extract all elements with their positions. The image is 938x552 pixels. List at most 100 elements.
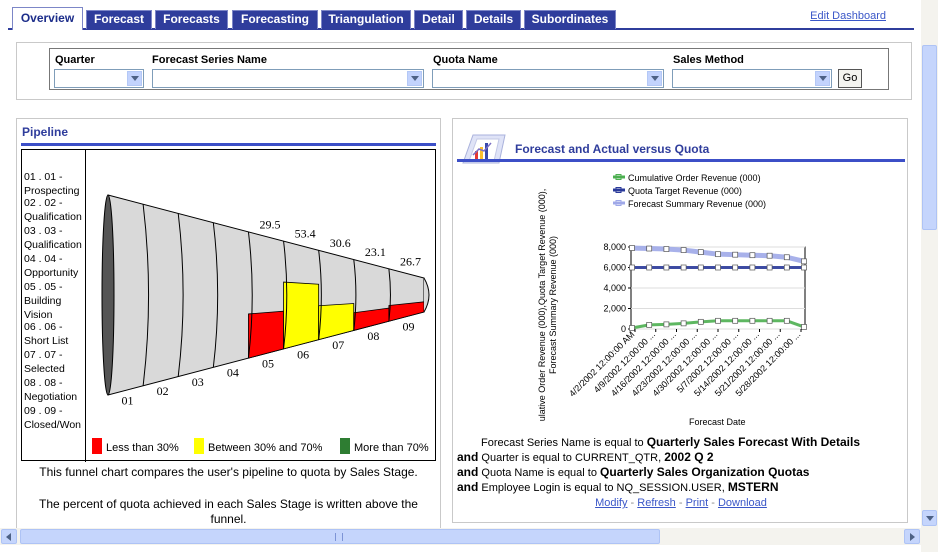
edit-dashboard-link[interactable]: Edit Dashboard bbox=[810, 10, 886, 22]
stage-label: 06 . 06 - Short List bbox=[24, 321, 69, 347]
filter-subject: Employee Login is equal to NQ_SESSION.US… bbox=[481, 482, 728, 494]
data-point bbox=[732, 251, 739, 258]
data-point bbox=[766, 317, 773, 324]
funnel-fill bbox=[283, 281, 320, 350]
go-button[interactable]: Go bbox=[838, 69, 862, 88]
stage-label: 05 . 05 - Building Vision bbox=[24, 281, 63, 321]
tab-subordinates[interactable]: Subordinates bbox=[524, 10, 616, 29]
legend-label: Between 30% and 70% bbox=[208, 442, 323, 454]
filter-value: 2002 Q 2 bbox=[664, 450, 714, 464]
tab-forecasts[interactable]: Forecasts bbox=[155, 10, 228, 29]
horizontal-scrollbar[interactable] bbox=[0, 528, 921, 545]
funnel-value-label: 30.6 bbox=[330, 236, 351, 250]
legend-label: Forecast Summary Revenue (000) bbox=[628, 199, 766, 209]
funnel-stage-number: 01 bbox=[122, 393, 134, 407]
funnel-value-label: 26.7 bbox=[400, 254, 421, 268]
y-tick-label: 6,000 bbox=[603, 263, 626, 273]
grip-icon bbox=[335, 533, 343, 541]
data-point bbox=[749, 317, 756, 324]
data-point bbox=[697, 249, 704, 255]
funnel-fill bbox=[388, 301, 425, 322]
y-tick-label: 4,000 bbox=[603, 283, 626, 293]
funnel-end-cap bbox=[423, 277, 430, 313]
quarter-label: Quarter bbox=[55, 54, 95, 66]
legend-label: Less than 30% bbox=[106, 442, 179, 454]
quota-name-select[interactable] bbox=[432, 69, 664, 88]
forecast-series-label: Forecast Series Name bbox=[152, 54, 267, 66]
data-point bbox=[646, 245, 653, 252]
quota-name-label: Quota Name bbox=[433, 54, 498, 66]
y-tick-label: 2,000 bbox=[603, 304, 626, 314]
x-axis-title: Forecast Date bbox=[689, 417, 746, 427]
funnel-opening bbox=[101, 194, 115, 396]
y-axis-title: ulative Order Revenue (000),Quota Target… bbox=[537, 189, 558, 421]
pipeline-panel: Pipeline 01 . 01 - Prospecting 02 . 02 - … bbox=[16, 118, 441, 538]
filter-conj: and bbox=[457, 480, 479, 494]
forecast-line-chart: Cumulative Order Revenue (000) Quota Targ… bbox=[537, 173, 807, 427]
scroll-left-button[interactable] bbox=[1, 529, 17, 544]
data-point bbox=[732, 317, 739, 324]
funnel-stage-number: 09 bbox=[402, 320, 414, 334]
tab-detail[interactable]: Detail bbox=[414, 10, 463, 29]
data-point bbox=[697, 264, 704, 271]
data-point bbox=[801, 258, 807, 265]
stage-list: 01 . 01 - Prospecting 02 . 02 - Qualifica… bbox=[22, 150, 86, 462]
legend-label: Quota Target Revenue (000) bbox=[628, 186, 742, 196]
link-separator: - bbox=[708, 497, 718, 509]
link-separator: - bbox=[675, 497, 686, 509]
forecast-series-select[interactable] bbox=[152, 69, 424, 88]
data-point bbox=[749, 252, 756, 259]
funnel-stage-number: 08 bbox=[367, 329, 379, 343]
tab-overview[interactable]: Overview bbox=[12, 7, 83, 30]
data-point bbox=[766, 252, 773, 259]
filter-row: and Quarter is equal to CURRENT_QTR, 200… bbox=[457, 450, 714, 466]
data-point bbox=[646, 264, 653, 271]
filter-row: and Quota Name is equal to Quarterly Sal… bbox=[457, 465, 809, 481]
data-point bbox=[629, 245, 635, 251]
tab-details[interactable]: Details bbox=[466, 10, 521, 29]
modify-link[interactable]: Modify bbox=[595, 497, 627, 509]
vertical-scroll-thumb[interactable] bbox=[922, 45, 937, 230]
data-point bbox=[801, 324, 807, 330]
chevron-down-icon[interactable] bbox=[647, 71, 662, 86]
print-link[interactable]: Print bbox=[686, 497, 709, 509]
sales-method-label: Sales Method bbox=[673, 54, 744, 66]
report-links: Modify - Refresh - Print - Download bbox=[453, 497, 907, 509]
data-point bbox=[697, 318, 704, 325]
funnel-stage-number: 07 bbox=[332, 338, 344, 352]
download-link[interactable]: Download bbox=[718, 497, 767, 509]
funnel-fill bbox=[318, 303, 355, 341]
stage-label: 03 . 03 - Qualification bbox=[24, 225, 82, 251]
horizontal-scroll-thumb[interactable] bbox=[20, 529, 660, 544]
tab-forecast[interactable]: Forecast bbox=[86, 10, 152, 29]
data-point bbox=[663, 321, 670, 328]
tab-triangulation[interactable]: Triangulation bbox=[321, 10, 411, 29]
legend-swatch bbox=[194, 438, 204, 454]
stage-label: 08 . 08 - Negotiation bbox=[24, 377, 78, 403]
funnel-value-label: 23.1 bbox=[365, 245, 386, 259]
chevron-down-icon[interactable] bbox=[407, 71, 422, 86]
quarter-select[interactable] bbox=[54, 69, 144, 88]
forecast-panel: Forecast and Actual versus Quota Cumulat… bbox=[452, 118, 908, 523]
chevron-down-icon[interactable] bbox=[127, 71, 142, 86]
scroll-right-button[interactable] bbox=[904, 529, 920, 544]
data-point bbox=[783, 264, 790, 271]
chevron-down-icon[interactable] bbox=[815, 71, 830, 86]
pipeline-title-rule bbox=[21, 143, 436, 146]
refresh-link[interactable]: Refresh bbox=[637, 497, 676, 509]
stage-label: 02 . 02 - Qualification bbox=[24, 197, 82, 223]
legend-label: Cumulative Order Revenue (000) bbox=[628, 173, 761, 183]
vertical-scrollbar[interactable] bbox=[921, 0, 938, 552]
scroll-down-button[interactable] bbox=[922, 510, 937, 526]
forecast-title: Forecast and Actual versus Quota bbox=[515, 142, 710, 156]
sales-method-select[interactable] bbox=[672, 69, 832, 88]
legend-label: More than 70% bbox=[354, 442, 429, 454]
pipeline-title: Pipeline bbox=[22, 125, 69, 139]
forecast-title-rule bbox=[457, 159, 905, 162]
data-point bbox=[715, 251, 721, 258]
tab-forecasting[interactable]: Forecasting bbox=[232, 10, 318, 29]
legend-swatch bbox=[92, 438, 102, 454]
data-point bbox=[715, 264, 721, 271]
data-point bbox=[801, 264, 807, 271]
link-separator: - bbox=[627, 497, 638, 509]
